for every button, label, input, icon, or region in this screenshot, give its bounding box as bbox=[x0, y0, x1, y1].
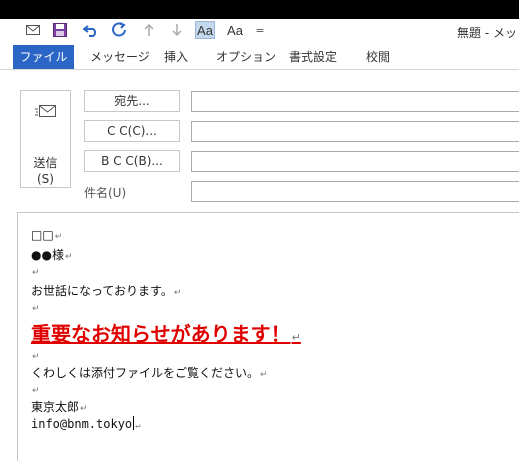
important-notice-heading: 重要なお知らせがあります！↵ bbox=[31, 318, 301, 347]
send-label-text: 送信 bbox=[33, 156, 58, 170]
tab-file[interactable]: ファイル bbox=[13, 45, 74, 69]
body-text: お世話になっております。 bbox=[31, 284, 173, 298]
body-text: 東京太郎 bbox=[31, 400, 80, 414]
window-title: 無題 - メッ bbox=[457, 26, 517, 40]
cc-button[interactable]: C C(C)... bbox=[84, 120, 180, 142]
paragraph-mark: ↵ bbox=[80, 404, 88, 414]
to-input[interactable] bbox=[191, 91, 519, 112]
font-aa-active-button[interactable]: Aa bbox=[195, 21, 215, 39]
tab-review[interactable]: 校閲 bbox=[366, 45, 390, 69]
paragraph-mark: ↵ bbox=[32, 352, 40, 362]
paragraph-mark: ↵ bbox=[64, 252, 73, 262]
cc-input[interactable] bbox=[191, 121, 519, 142]
body-text: □□ bbox=[31, 228, 54, 242]
body-line-blank: ↵ bbox=[31, 348, 40, 362]
body-line-recipient-company: □□↵ bbox=[31, 228, 62, 242]
arrow-down-icon[interactable] bbox=[168, 21, 186, 39]
send-envelope-icon bbox=[35, 103, 57, 122]
body-line-blank: ↵ bbox=[31, 264, 40, 278]
ribbon-tabs: ファイル メッセージ 挿入 オプション 書式設定 校閲 bbox=[0, 45, 519, 70]
tab-insert[interactable]: 挿入 bbox=[164, 45, 188, 69]
undo-icon[interactable] bbox=[82, 21, 100, 39]
body-line-attachment-note: くわしくは添付ファイルをご覧ください。↵ bbox=[31, 364, 268, 381]
body-text: くわしくは添付ファイルをご覧ください。 bbox=[31, 366, 260, 380]
bcc-input[interactable] bbox=[191, 151, 519, 172]
send-label-shortcut: (S) bbox=[37, 172, 54, 186]
compose-header: 送信 (S) 宛先... C C(C)... B C C(B)... 件名(U) bbox=[0, 70, 519, 211]
send-label: 送信 (S) bbox=[21, 155, 70, 187]
tab-format[interactable]: 書式設定 bbox=[289, 45, 337, 69]
body-text: ●●様 bbox=[31, 248, 64, 262]
arrow-up-icon[interactable] bbox=[140, 21, 158, 39]
customize-toolbar-icon[interactable]: = bbox=[251, 21, 269, 39]
paragraph-mark: ↵ bbox=[32, 268, 40, 278]
paragraph-mark: ↵ bbox=[291, 331, 301, 344]
paragraph-mark: ↵ bbox=[135, 421, 141, 431]
paragraph-mark: ↵ bbox=[173, 288, 182, 298]
body-line-recipient-name: ●●様↵ bbox=[31, 246, 73, 263]
tab-options[interactable]: オプション bbox=[216, 45, 276, 69]
title-bar bbox=[0, 0, 519, 19]
to-button[interactable]: 宛先... bbox=[84, 90, 180, 112]
subject-input[interactable] bbox=[191, 181, 519, 202]
important-text: 重要なお知らせがあります！ bbox=[31, 322, 291, 346]
send-button[interactable]: 送信 (S) bbox=[20, 90, 71, 188]
body-line-signature-name: 東京太郎↵ bbox=[31, 398, 88, 415]
paragraph-mark: ↵ bbox=[260, 370, 268, 380]
body-line-signature-email: info@bnm.tokyo ↵ bbox=[31, 416, 141, 431]
body-line-blank: ↵ bbox=[31, 382, 40, 396]
body-line-greeting: お世話になっております。↵ bbox=[31, 282, 181, 299]
paragraph-mark: ↵ bbox=[32, 304, 40, 314]
body-line-blank: ↵ bbox=[31, 300, 40, 314]
save-icon[interactable] bbox=[51, 21, 69, 39]
body-text: info@bnm.tokyo bbox=[31, 417, 133, 431]
paragraph-mark: ↵ bbox=[54, 232, 63, 242]
font-aa-button[interactable]: Aa bbox=[226, 21, 244, 39]
redo-icon[interactable] bbox=[110, 21, 128, 39]
envelope-icon[interactable] bbox=[24, 21, 42, 39]
tab-message[interactable]: メッセージ bbox=[90, 45, 150, 69]
subject-label: 件名(U) bbox=[84, 186, 127, 200]
paragraph-mark: ↵ bbox=[32, 386, 40, 396]
bcc-button[interactable]: B C C(B)... bbox=[84, 150, 180, 172]
text-caret bbox=[133, 416, 135, 430]
